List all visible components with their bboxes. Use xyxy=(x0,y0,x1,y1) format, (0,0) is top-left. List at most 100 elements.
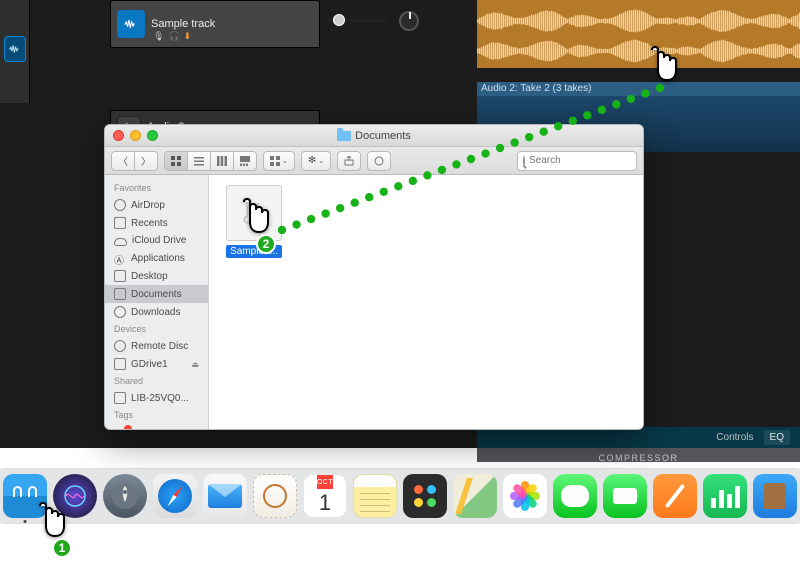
gear-icon: ✻ xyxy=(308,155,316,166)
sidebar-item-label: GDrive1 xyxy=(131,359,168,370)
sidebar-item-desktop[interactable]: Desktop xyxy=(105,267,208,285)
search-input[interactable] xyxy=(529,155,644,166)
finder-content[interactable]: Sample t... xyxy=(209,175,643,429)
column-view-button[interactable] xyxy=(211,151,234,171)
desktop-icon xyxy=(114,270,126,282)
tab-eq[interactable]: EQ xyxy=(764,430,790,445)
step-badge-1: 1 xyxy=(52,538,72,558)
dock-app-mail[interactable] xyxy=(203,474,247,518)
downloads-icon xyxy=(114,306,126,318)
waveform-icon xyxy=(477,38,800,64)
waveform-icon xyxy=(477,8,800,34)
sidebar-item-airdrop[interactable]: AirDrop xyxy=(105,196,208,214)
audio-region-sample[interactable] xyxy=(477,0,800,68)
sidebar-item-label: AirDrop xyxy=(131,200,165,211)
dock-app-keynote[interactable] xyxy=(753,474,797,518)
sidebar-item-applications[interactable]: ⒶApplications xyxy=(105,249,208,267)
mute-icon[interactable]: 🎙 xyxy=(153,31,164,42)
sidebar-item-downloads[interactable]: Downloads xyxy=(105,303,208,321)
documents-icon xyxy=(114,288,126,300)
dock-app-calendar[interactable]: OCT 1 xyxy=(303,474,347,518)
dock-app-finder[interactable] xyxy=(3,474,47,518)
dock-app-safari[interactable] xyxy=(153,474,197,518)
back-button[interactable]: 〈 xyxy=(111,151,135,171)
sidebar-item-label: Desktop xyxy=(131,271,168,282)
minimize-button[interactable] xyxy=(130,130,141,141)
share-button[interactable] xyxy=(337,151,361,171)
siri-icon xyxy=(62,483,88,509)
zoom-button[interactable] xyxy=(147,130,158,141)
finder-sidebar: Favorites AirDrop Recents iCloud Drive Ⓐ… xyxy=(105,175,209,429)
eject-icon[interactable]: ⏏ xyxy=(191,360,199,369)
calendar-day: 1 xyxy=(319,489,331,517)
cloud-icon xyxy=(114,238,127,246)
calendar-month: OCT xyxy=(317,475,333,489)
pan-knob[interactable] xyxy=(399,11,419,31)
chevron-down-icon: ⌄ xyxy=(282,157,288,165)
sidebar-item-gdrive[interactable]: GDrive1 ⏏ xyxy=(105,355,208,373)
dock-app-contacts[interactable] xyxy=(253,474,297,518)
computer-icon xyxy=(114,392,126,404)
input-icon[interactable]: ⬇ xyxy=(184,31,192,42)
grid-icon xyxy=(171,156,181,166)
dock-app-pages[interactable] xyxy=(653,474,697,518)
view-buttons xyxy=(164,151,257,171)
input-device-button[interactable] xyxy=(4,36,26,62)
grid-icon xyxy=(270,156,280,166)
step-badge-2: 2 xyxy=(256,234,276,254)
sidebar-item-icloud[interactable]: iCloud Drive xyxy=(105,232,208,249)
list-view-button[interactable] xyxy=(188,151,211,171)
dock-app-maps[interactable] xyxy=(453,474,497,518)
sidebar-item-documents[interactable]: Documents xyxy=(105,285,208,303)
tag-red-icon[interactable] xyxy=(124,425,132,429)
sidebar-item-recents[interactable]: Recents xyxy=(105,214,208,232)
compressor-plugin-header[interactable]: COMPRESSOR xyxy=(477,448,800,462)
sidebar-header-shared: Shared xyxy=(105,373,208,389)
dock-app-reminders[interactable] xyxy=(403,474,447,518)
search-icon xyxy=(523,156,525,166)
tags-button[interactable] xyxy=(367,151,391,171)
close-button[interactable] xyxy=(113,130,124,141)
disc-icon xyxy=(114,340,126,352)
dock-app-photos[interactable] xyxy=(503,474,547,518)
waveform-icon xyxy=(117,10,145,38)
dock-app-messages[interactable] xyxy=(553,474,597,518)
sidebar-header-favorites: Favorites xyxy=(105,180,208,196)
sidebar-item-label: LIB-25VQ0... xyxy=(131,393,189,404)
dock-app-facetime[interactable] xyxy=(603,474,647,518)
sidebar-header-devices: Devices xyxy=(105,321,208,337)
window-controls xyxy=(113,130,158,141)
file-item-sample-track[interactable]: Sample t... xyxy=(221,185,287,259)
finder-titlebar[interactable]: Documents xyxy=(105,125,643,147)
icon-view-button[interactable] xyxy=(164,151,188,171)
sidebar-item-label: Remote Disc xyxy=(131,341,188,352)
audio-file-icon xyxy=(226,185,282,241)
forward-button[interactable]: 〉 xyxy=(135,151,158,171)
region-label: Audio 2: Take 2 (3 takes) xyxy=(481,83,591,94)
dock-app-siri[interactable] xyxy=(53,474,97,518)
action-button[interactable]: ✻ ⌄ xyxy=(301,151,331,171)
tag-icon xyxy=(374,156,384,166)
dock-app-numbers[interactable] xyxy=(703,474,747,518)
gallery-view-button[interactable] xyxy=(234,151,257,171)
dock-app-notes[interactable] xyxy=(353,474,397,518)
chevron-down-icon: ⌄ xyxy=(318,157,324,165)
search-field[interactable] xyxy=(517,151,637,171)
folder-icon xyxy=(337,131,351,141)
inspector-tabs: Controls EQ xyxy=(477,427,800,448)
arrange-button[interactable]: ⌄ xyxy=(263,151,295,171)
photos-icon xyxy=(510,481,540,511)
sidebar-item-remote-disc[interactable]: Remote Disc xyxy=(105,337,208,355)
track-header-1[interactable]: Sample track 🎙 🎧 ⬇ xyxy=(110,0,320,48)
headphones-icon[interactable]: 🎧 xyxy=(168,31,179,42)
track-monitor-icons[interactable]: 🎙 🎧 ⬇ xyxy=(153,31,191,42)
dock-app-launchpad[interactable] xyxy=(103,474,147,518)
volume-slider[interactable] xyxy=(327,15,387,27)
finder-window: Documents 〈 〉 ⌄ ✻ ⌄ xyxy=(104,124,644,430)
tab-controls[interactable]: Controls xyxy=(716,432,753,443)
sidebar-item-label: iCloud Drive xyxy=(132,235,186,246)
track-name: Sample track xyxy=(151,18,215,30)
daw-left-panel xyxy=(0,0,30,103)
sidebar-item-label: Documents xyxy=(131,289,182,300)
sidebar-item-shared-computer[interactable]: LIB-25VQ0... xyxy=(105,389,208,407)
